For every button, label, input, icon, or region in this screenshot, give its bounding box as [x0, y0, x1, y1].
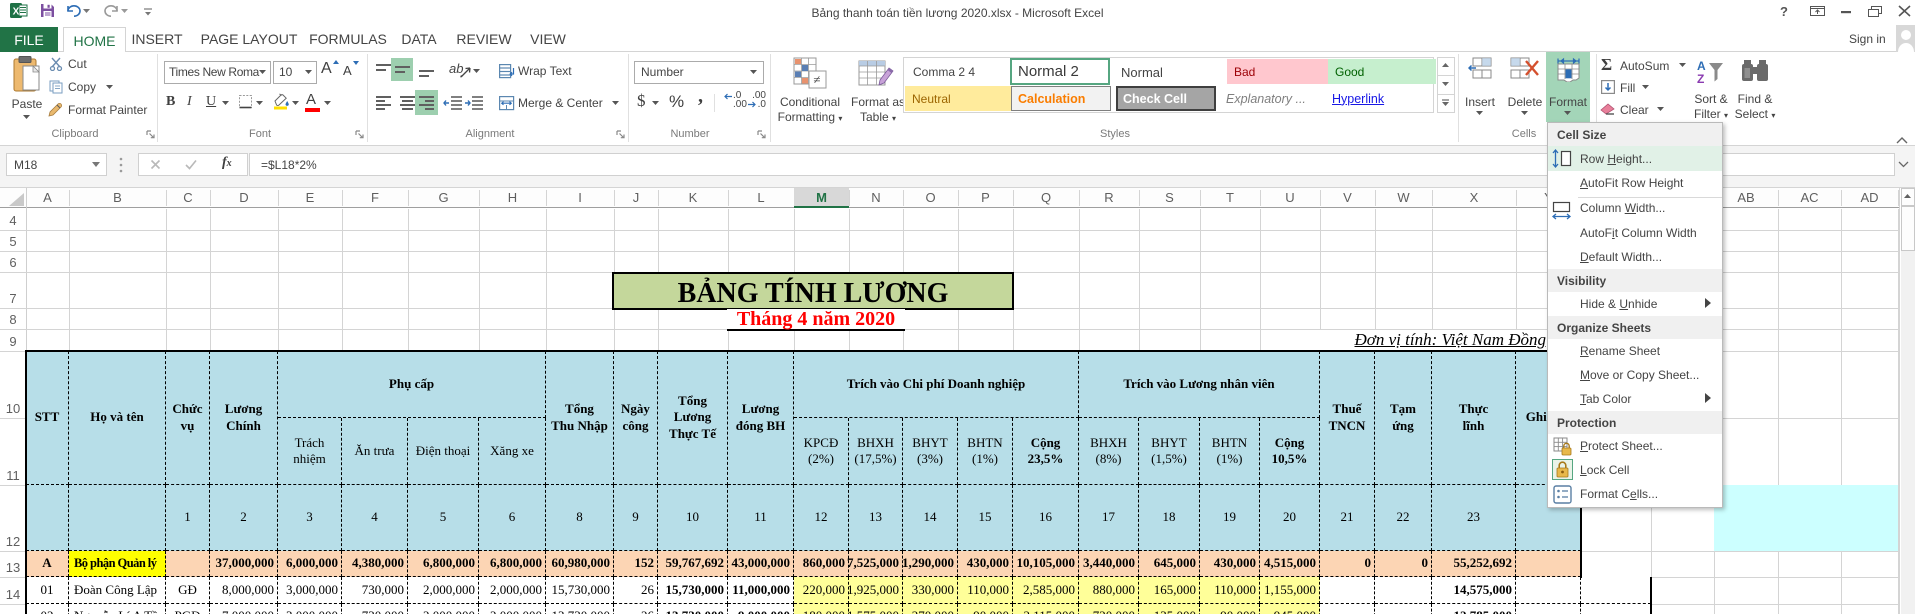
svg-text:A: A: [1697, 59, 1706, 73]
svg-text:≠: ≠: [813, 72, 820, 87]
svg-text:ab: ab: [449, 61, 463, 76]
svg-text:Z: Z: [1697, 72, 1704, 84]
